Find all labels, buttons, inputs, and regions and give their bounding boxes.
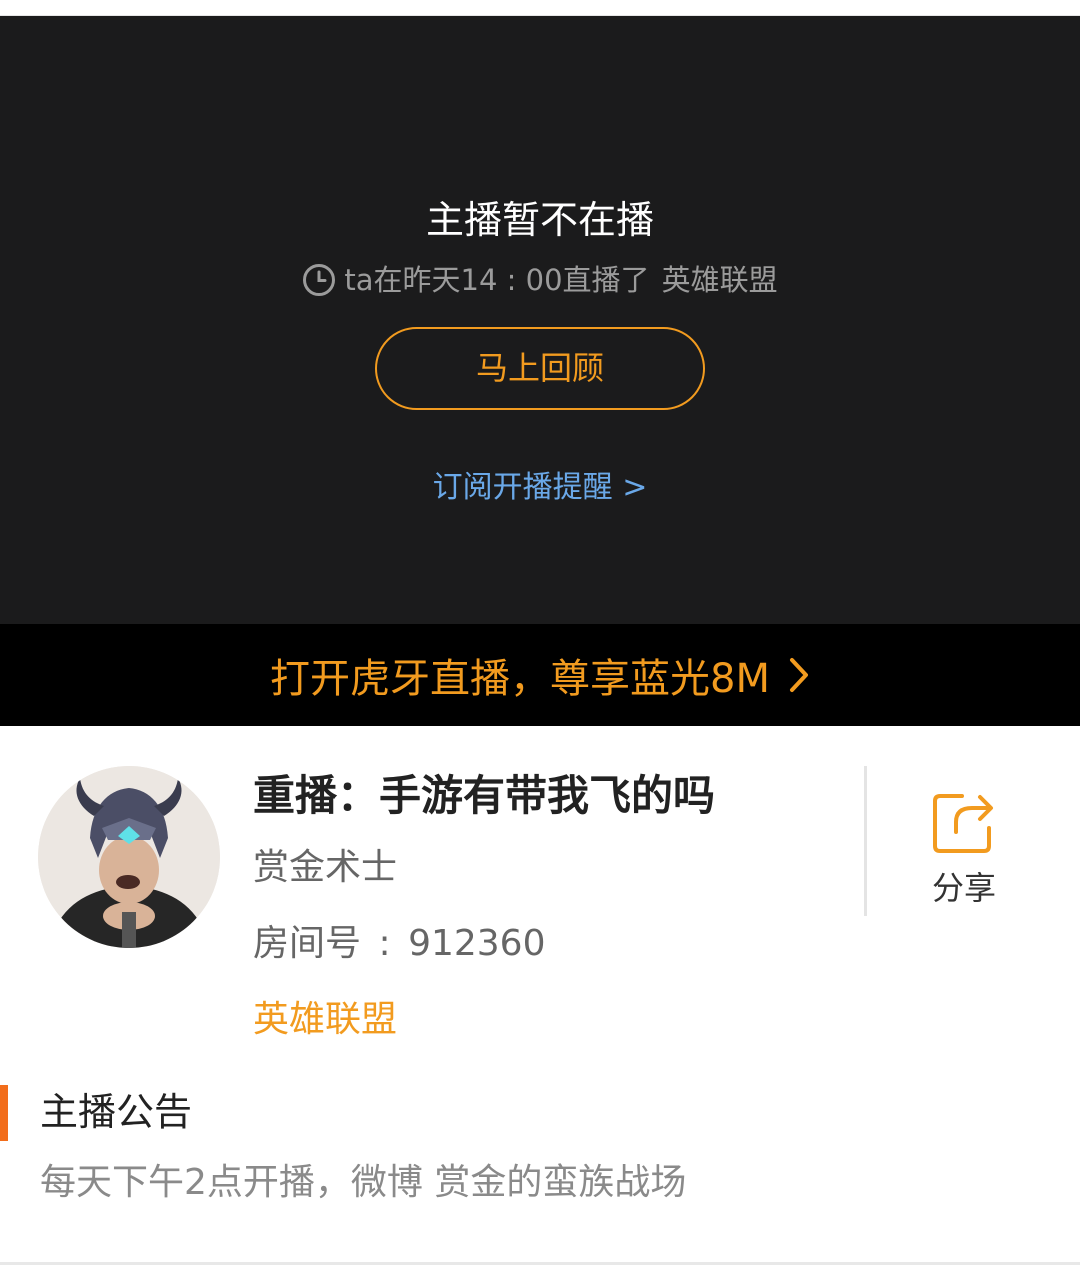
- room-title: 重播：手游有带我飞的吗: [253, 771, 716, 820]
- notice-heading: 主播公告: [40, 1090, 193, 1134]
- streamer-avatar[interactable]: [38, 766, 220, 948]
- share-button[interactable]: 分享: [905, 788, 1023, 918]
- streamer-name[interactable]: 赏金术士: [253, 846, 397, 890]
- room-number-separator: :: [378, 923, 391, 964]
- notice-body: 每天下午2点开播，微博 赏金的蛮族战场: [40, 1162, 687, 1203]
- notice-accent-bar: [0, 1085, 8, 1141]
- last-live-game: 英雄联盟: [661, 263, 778, 297]
- last-live-text: ta在昨天14 : 00直播了: [344, 263, 650, 297]
- share-label: 分享: [931, 869, 996, 907]
- avatar-image: [38, 766, 220, 948]
- vertical-divider: [864, 766, 867, 916]
- top-strip: [0, 0, 1080, 16]
- subscribe-reminder-link[interactable]: 订阅开播提醒 >: [0, 470, 1080, 506]
- clock-icon: [303, 264, 336, 296]
- video-player[interactable]: 主播暂不在播 ta在昨天14 : 00直播了 英雄联盟 马上回顾 订阅开播提醒 …: [0, 16, 1080, 624]
- room-number-label: 房间号: [253, 923, 362, 964]
- room-number: 房间号 : 912360: [253, 922, 546, 966]
- chevron-right-icon: [789, 658, 808, 692]
- room-info-panel: 重播：手游有带我飞的吗 赏金术士 房间号 : 912360 英雄联盟 分享: [0, 726, 1080, 1056]
- last-live-info: ta在昨天14 : 00直播了 英雄联盟: [0, 262, 1080, 298]
- game-category-link[interactable]: 英雄联盟: [253, 998, 397, 1042]
- share-icon: [933, 794, 993, 853]
- replay-button[interactable]: 马上回顾: [375, 327, 705, 410]
- open-app-banner-text: 打开虎牙直播，尊享蓝光8M: [270, 656, 770, 702]
- open-app-banner[interactable]: 打开虎牙直播，尊享蓝光8M: [0, 624, 1080, 726]
- offline-title: 主播暂不在播: [425, 198, 654, 242]
- bottom-divider: [0, 1262, 1080, 1265]
- room-number-value: 912360: [408, 923, 546, 964]
